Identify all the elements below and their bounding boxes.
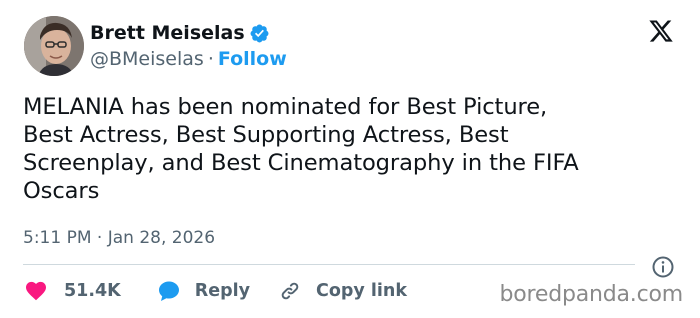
- copy-link-label: Copy link: [316, 281, 408, 301]
- author-display-name[interactable]: Brett Meiselas: [90, 22, 245, 44]
- tweet-card: Brett Meiselas @BMeiselas · Follow MELANIA…: [0, 0, 700, 318]
- link-icon: [278, 279, 302, 303]
- name-row: Brett Meiselas: [90, 20, 287, 46]
- tweet-header: Brett Meiselas @BMeiselas · Follow: [24, 16, 676, 80]
- avatar[interactable]: [24, 16, 84, 76]
- handle-row: @BMeiselas · Follow: [90, 48, 287, 70]
- source-watermark: boredpanda.com: [499, 282, 683, 307]
- tweet-timestamp[interactable]: 5:11 PM · Jan 28, 2026: [23, 228, 215, 248]
- follow-button[interactable]: Follow: [218, 48, 287, 70]
- avatar-photo: [24, 16, 84, 76]
- info-icon[interactable]: [651, 255, 675, 279]
- reply-label: Reply: [194, 281, 251, 301]
- heart-icon: [24, 279, 48, 303]
- author-identity: Brett Meiselas @BMeiselas · Follow: [90, 20, 287, 70]
- reply-button[interactable]: Reply: [157, 279, 250, 303]
- like-button[interactable]: 51.4K: [24, 279, 121, 303]
- x-logo-icon[interactable]: [648, 18, 674, 44]
- like-count: 51.4K: [64, 281, 121, 301]
- action-bar: 51.4K Reply Copy link: [24, 276, 407, 306]
- copy-link-button[interactable]: Copy link: [278, 279, 407, 303]
- reply-bubble-icon: [157, 279, 181, 303]
- tweet-text-line: Oscars: [23, 178, 100, 204]
- tweet-text-line: MELANIA has been nominated for Best Pict…: [23, 94, 548, 120]
- tweet-text-line: Screenplay, and Best Cinematography in t…: [23, 150, 579, 176]
- author-handle[interactable]: @BMeiselas: [90, 48, 204, 70]
- divider: [23, 264, 635, 265]
- tweet-text: MELANIA has been nominated for Best Pict…: [23, 93, 683, 205]
- verified-badge-icon: [249, 23, 270, 44]
- tweet-text-line: Best Actress, Best Supporting Actress, B…: [23, 122, 509, 148]
- separator-dot: ·: [207, 48, 214, 70]
